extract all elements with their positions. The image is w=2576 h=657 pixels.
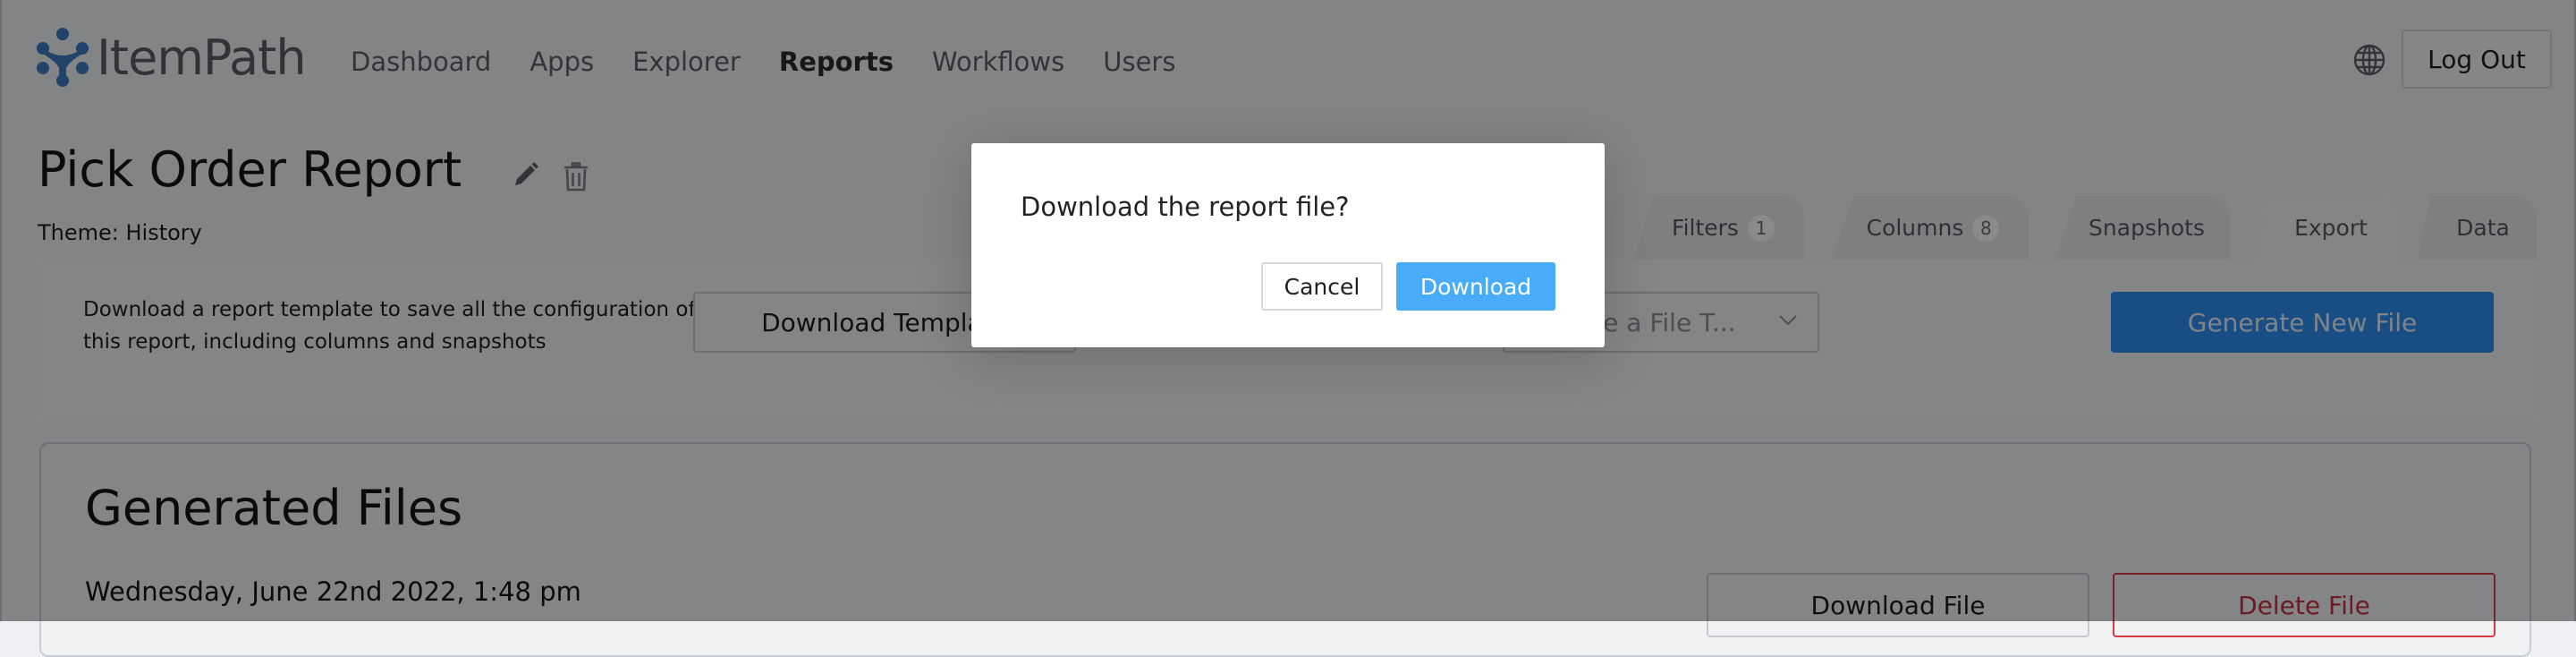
download-confirm-dialog: Download the report file? Cancel Downloa… (971, 143, 1605, 347)
dialog-message: Download the report file? (1021, 192, 1350, 222)
confirm-download-button[interactable]: Download (1396, 262, 1555, 311)
cancel-button[interactable]: Cancel (1261, 262, 1383, 311)
